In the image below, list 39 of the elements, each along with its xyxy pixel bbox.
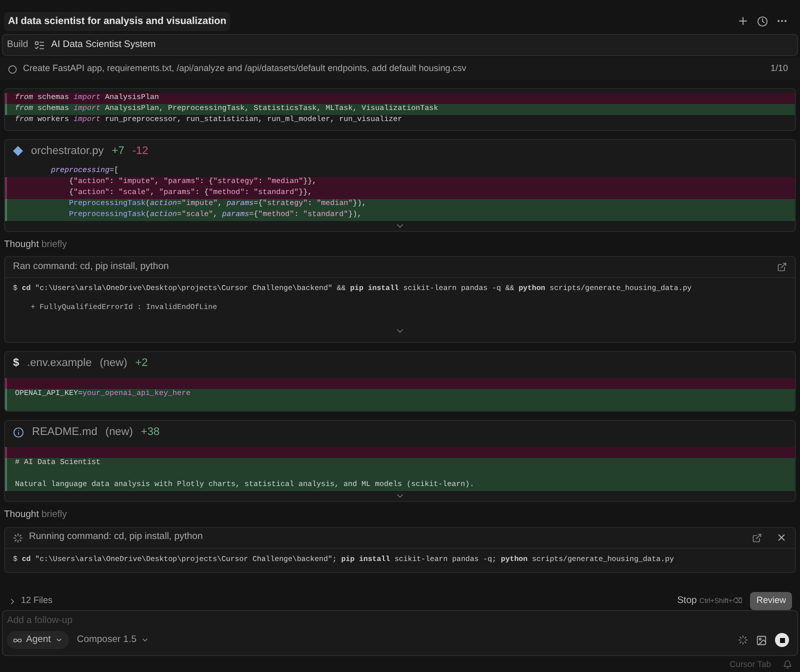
plus-icon[interactable] — [737, 15, 749, 27]
file-name[interactable]: .env.example — [27, 355, 92, 372]
bell-icon[interactable] — [783, 660, 792, 668]
command-title: Running command: cd, pip install, python — [29, 530, 204, 544]
added-count: +38 — [140, 425, 160, 440]
composer-field[interactable]: Add a follow-up Agent Composer 1.5 — [2, 610, 798, 656]
image-icon[interactable] — [756, 634, 767, 646]
file-name[interactable]: orchestrator.py — [31, 142, 104, 160]
task-counter: 1/10 — [770, 62, 788, 76]
circle-icon[interactable] — [8, 64, 17, 74]
plan-name[interactable]: AI Data Scientist System — [51, 38, 156, 52]
thought-label[interactable]: Thought briefly — [4, 509, 67, 520]
agent-dropdown[interactable]: Agent — [7, 631, 69, 650]
mode-label: Build — [7, 38, 28, 52]
removed-count: -12 — [132, 144, 148, 159]
thought-label[interactable]: Thought briefly — [4, 239, 67, 250]
follow-up-input[interactable]: Add a follow-up — [7, 614, 793, 628]
dollar-icon: $ — [13, 355, 20, 372]
new-tag: (new) — [100, 355, 128, 372]
open-icon[interactable] — [752, 532, 762, 542]
checklist-icon — [34, 40, 46, 50]
review-button[interactable]: Review — [750, 592, 792, 610]
command-title: Ran command: cd, pip install, python — [13, 260, 170, 274]
added-count: +2 — [135, 356, 148, 371]
task-text: Create FastAPI app, requirements.txt, /api/analyze and /api/datasets/default endpoints, add default housing.csv — [23, 62, 468, 76]
files-toggle[interactable]: 12 Files — [21, 594, 53, 608]
added-count: +7 — [112, 144, 124, 159]
gem-icon — [13, 146, 23, 156]
history-icon[interactable] — [757, 16, 768, 26]
stop-icon[interactable] — [775, 633, 789, 648]
info-icon — [13, 426, 24, 438]
chat-title[interactable]: AI data scientist for analysis and visualization — [4, 12, 230, 30]
model-dropdown[interactable]: Composer 1.5 — [76, 633, 148, 648]
infinity-icon — [13, 636, 22, 645]
chevron-right-icon[interactable] — [8, 596, 17, 606]
new-tag: (new) — [105, 424, 133, 440]
file-name[interactable]: README.md — [32, 424, 98, 440]
close-icon[interactable] — [776, 532, 787, 543]
open-icon[interactable] — [777, 262, 787, 272]
